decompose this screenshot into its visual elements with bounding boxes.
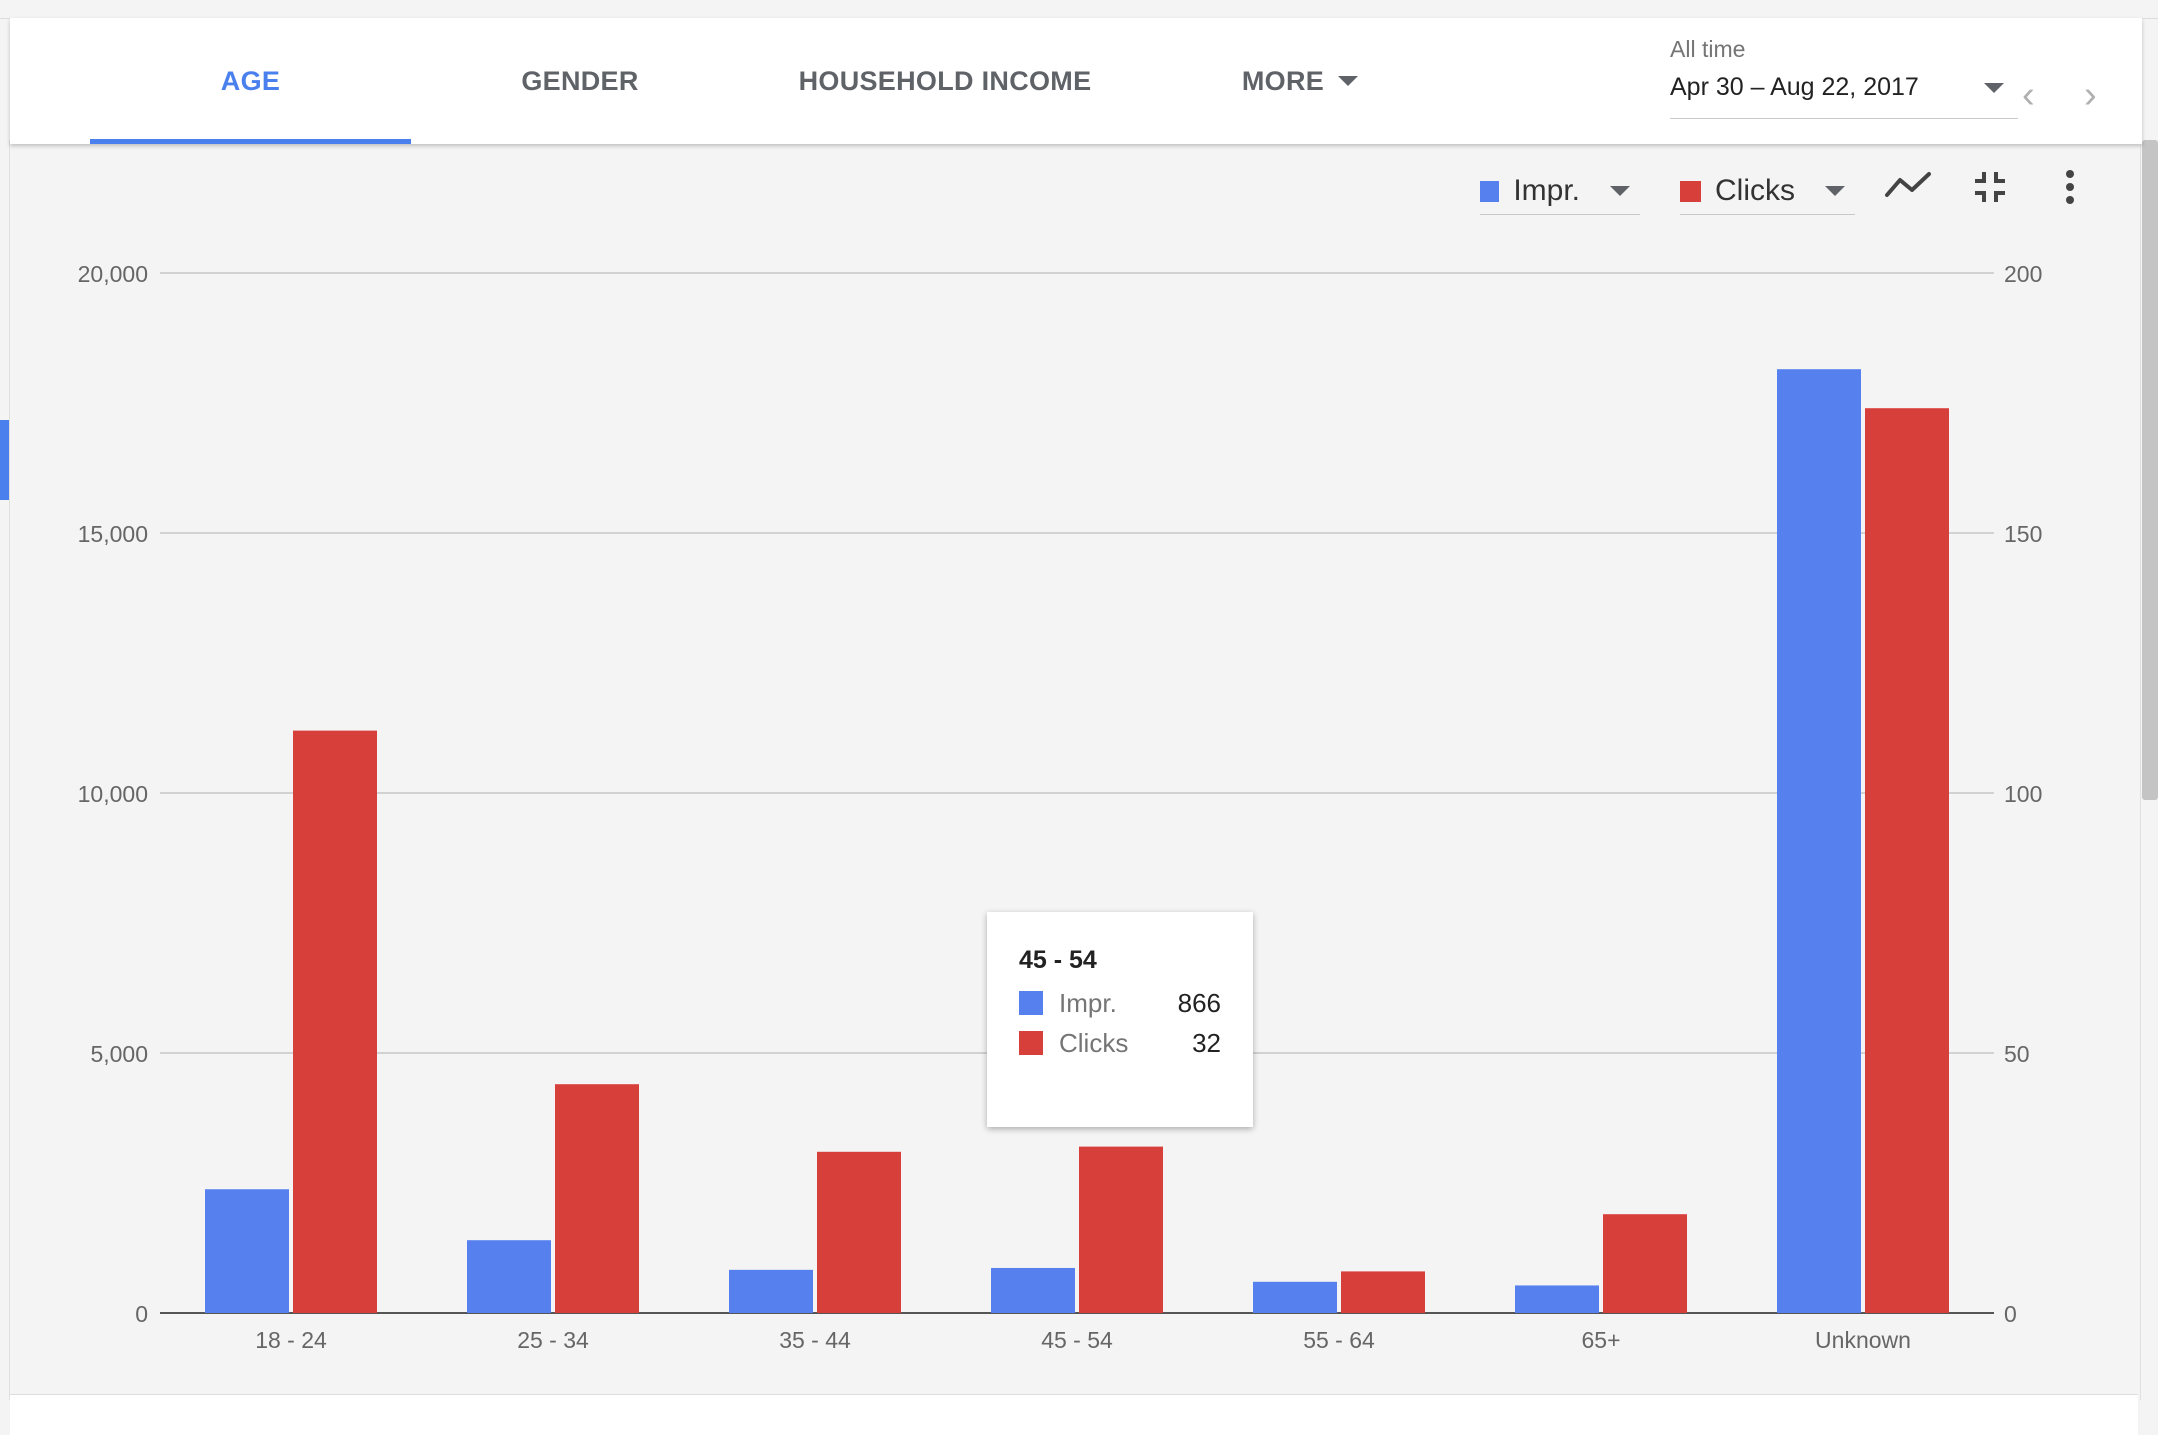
tab-gender-label: GENDER: [521, 65, 639, 96]
bar-clicks[interactable]: [1865, 408, 1949, 1313]
tab-age[interactable]: AGE: [90, 18, 411, 144]
bar-clicks[interactable]: [1603, 1214, 1687, 1313]
date-range-text: Apr 30 – Aug 22, 2017: [1670, 73, 1919, 101]
x-tick-label: 65+: [1581, 1327, 1620, 1353]
tooltip-clicks-label: Clicks: [1059, 1027, 1129, 1058]
chevron-left-icon[interactable]: ‹: [2022, 76, 2035, 114]
y-right-tick-label: 200: [2004, 261, 2042, 287]
tab-age-label: AGE: [220, 65, 281, 96]
bar-impr[interactable]: [467, 1240, 551, 1313]
age-bar-chart: 0 5,000 10,000 15,000 20,000 0 50 100 150 200 18 -…: [78, 261, 2043, 1353]
y-right-tick-label: 50: [2004, 1041, 2030, 1067]
x-tick-label: 35 - 44: [779, 1327, 851, 1353]
tab-more[interactable]: MORE: [1210, 18, 1390, 144]
bar-clicks[interactable]: [1079, 1146, 1163, 1313]
tooltip-impr-value: 866: [1177, 987, 1221, 1018]
date-range-value[interactable]: Apr 30 – Aug 22, 2017: [1670, 73, 2018, 119]
y-right-tick-label: 100: [2004, 781, 2042, 807]
y-left-tick-label: 20,000: [78, 261, 148, 287]
x-tick-label: 55 - 64: [1303, 1327, 1375, 1353]
tab-more-label: MORE: [1241, 65, 1325, 96]
y-left-tick-label: 15,000: [78, 521, 148, 547]
bar-clicks[interactable]: [1341, 1271, 1425, 1313]
bar-impr[interactable]: [729, 1269, 813, 1313]
chart-tooltip: 45 - 54 Impr. 866 Clicks 32: [987, 912, 1253, 1127]
y-left-tick-label: 5,000: [90, 1041, 148, 1067]
tooltip-clicks-swatch: [1019, 1031, 1043, 1055]
bar-clicks[interactable]: [817, 1151, 901, 1313]
bar-clicks[interactable]: [293, 730, 377, 1313]
x-tick-label: 18 - 24: [255, 1327, 327, 1353]
caret-down-icon: [1338, 76, 1359, 86]
y-left-tick-label: 0: [135, 1301, 148, 1327]
chevron-right-icon[interactable]: ›: [2084, 76, 2097, 114]
caret-down-icon: [1984, 83, 2004, 93]
tooltip-impr-swatch: [1019, 991, 1043, 1015]
x-tick-label: 45 - 54: [1041, 1327, 1113, 1353]
tab-gender[interactable]: GENDER: [450, 18, 710, 144]
bar-clicks[interactable]: [555, 1084, 639, 1313]
x-tick-label: Unknown: [1815, 1327, 1911, 1353]
bar-impr[interactable]: [991, 1267, 1075, 1313]
bar-impr[interactable]: [1515, 1285, 1599, 1313]
bar-impr[interactable]: [1777, 369, 1861, 1313]
tooltip-row-clicks: Clicks 32: [1019, 1028, 1221, 1058]
tooltip-row-impr: Impr. 866: [1019, 988, 1221, 1018]
y-right-tick-label: 150: [2004, 521, 2042, 547]
tab-household-income-label: HOUSEHOLD INCOME: [798, 65, 1092, 96]
tooltip-impr-label: Impr.: [1059, 987, 1117, 1018]
bar-impr[interactable]: [205, 1189, 289, 1313]
active-tab-underline: [90, 139, 411, 144]
y-left-tick-label: 10,000: [78, 781, 148, 807]
dimension-tabs-header: AGE GENDER HOUSEHOLD INCOME MORE All tim…: [10, 18, 2142, 144]
y-right-tick-label: 0: [2004, 1301, 2017, 1327]
tooltip-clicks-value: 32: [1192, 1027, 1221, 1058]
bars: [205, 369, 1949, 1313]
tooltip-title: 45 - 54: [1019, 946, 1097, 974]
tab-household-income[interactable]: HOUSEHOLD INCOME: [770, 18, 1120, 144]
bar-impr[interactable]: [1253, 1281, 1337, 1313]
grid-lines: [160, 272, 1994, 1314]
x-tick-label: 25 - 34: [517, 1327, 589, 1353]
date-range-label: All time: [1670, 36, 1746, 62]
date-range-picker[interactable]: All time Apr 30 – Aug 22, 2017: [1670, 36, 2018, 119]
